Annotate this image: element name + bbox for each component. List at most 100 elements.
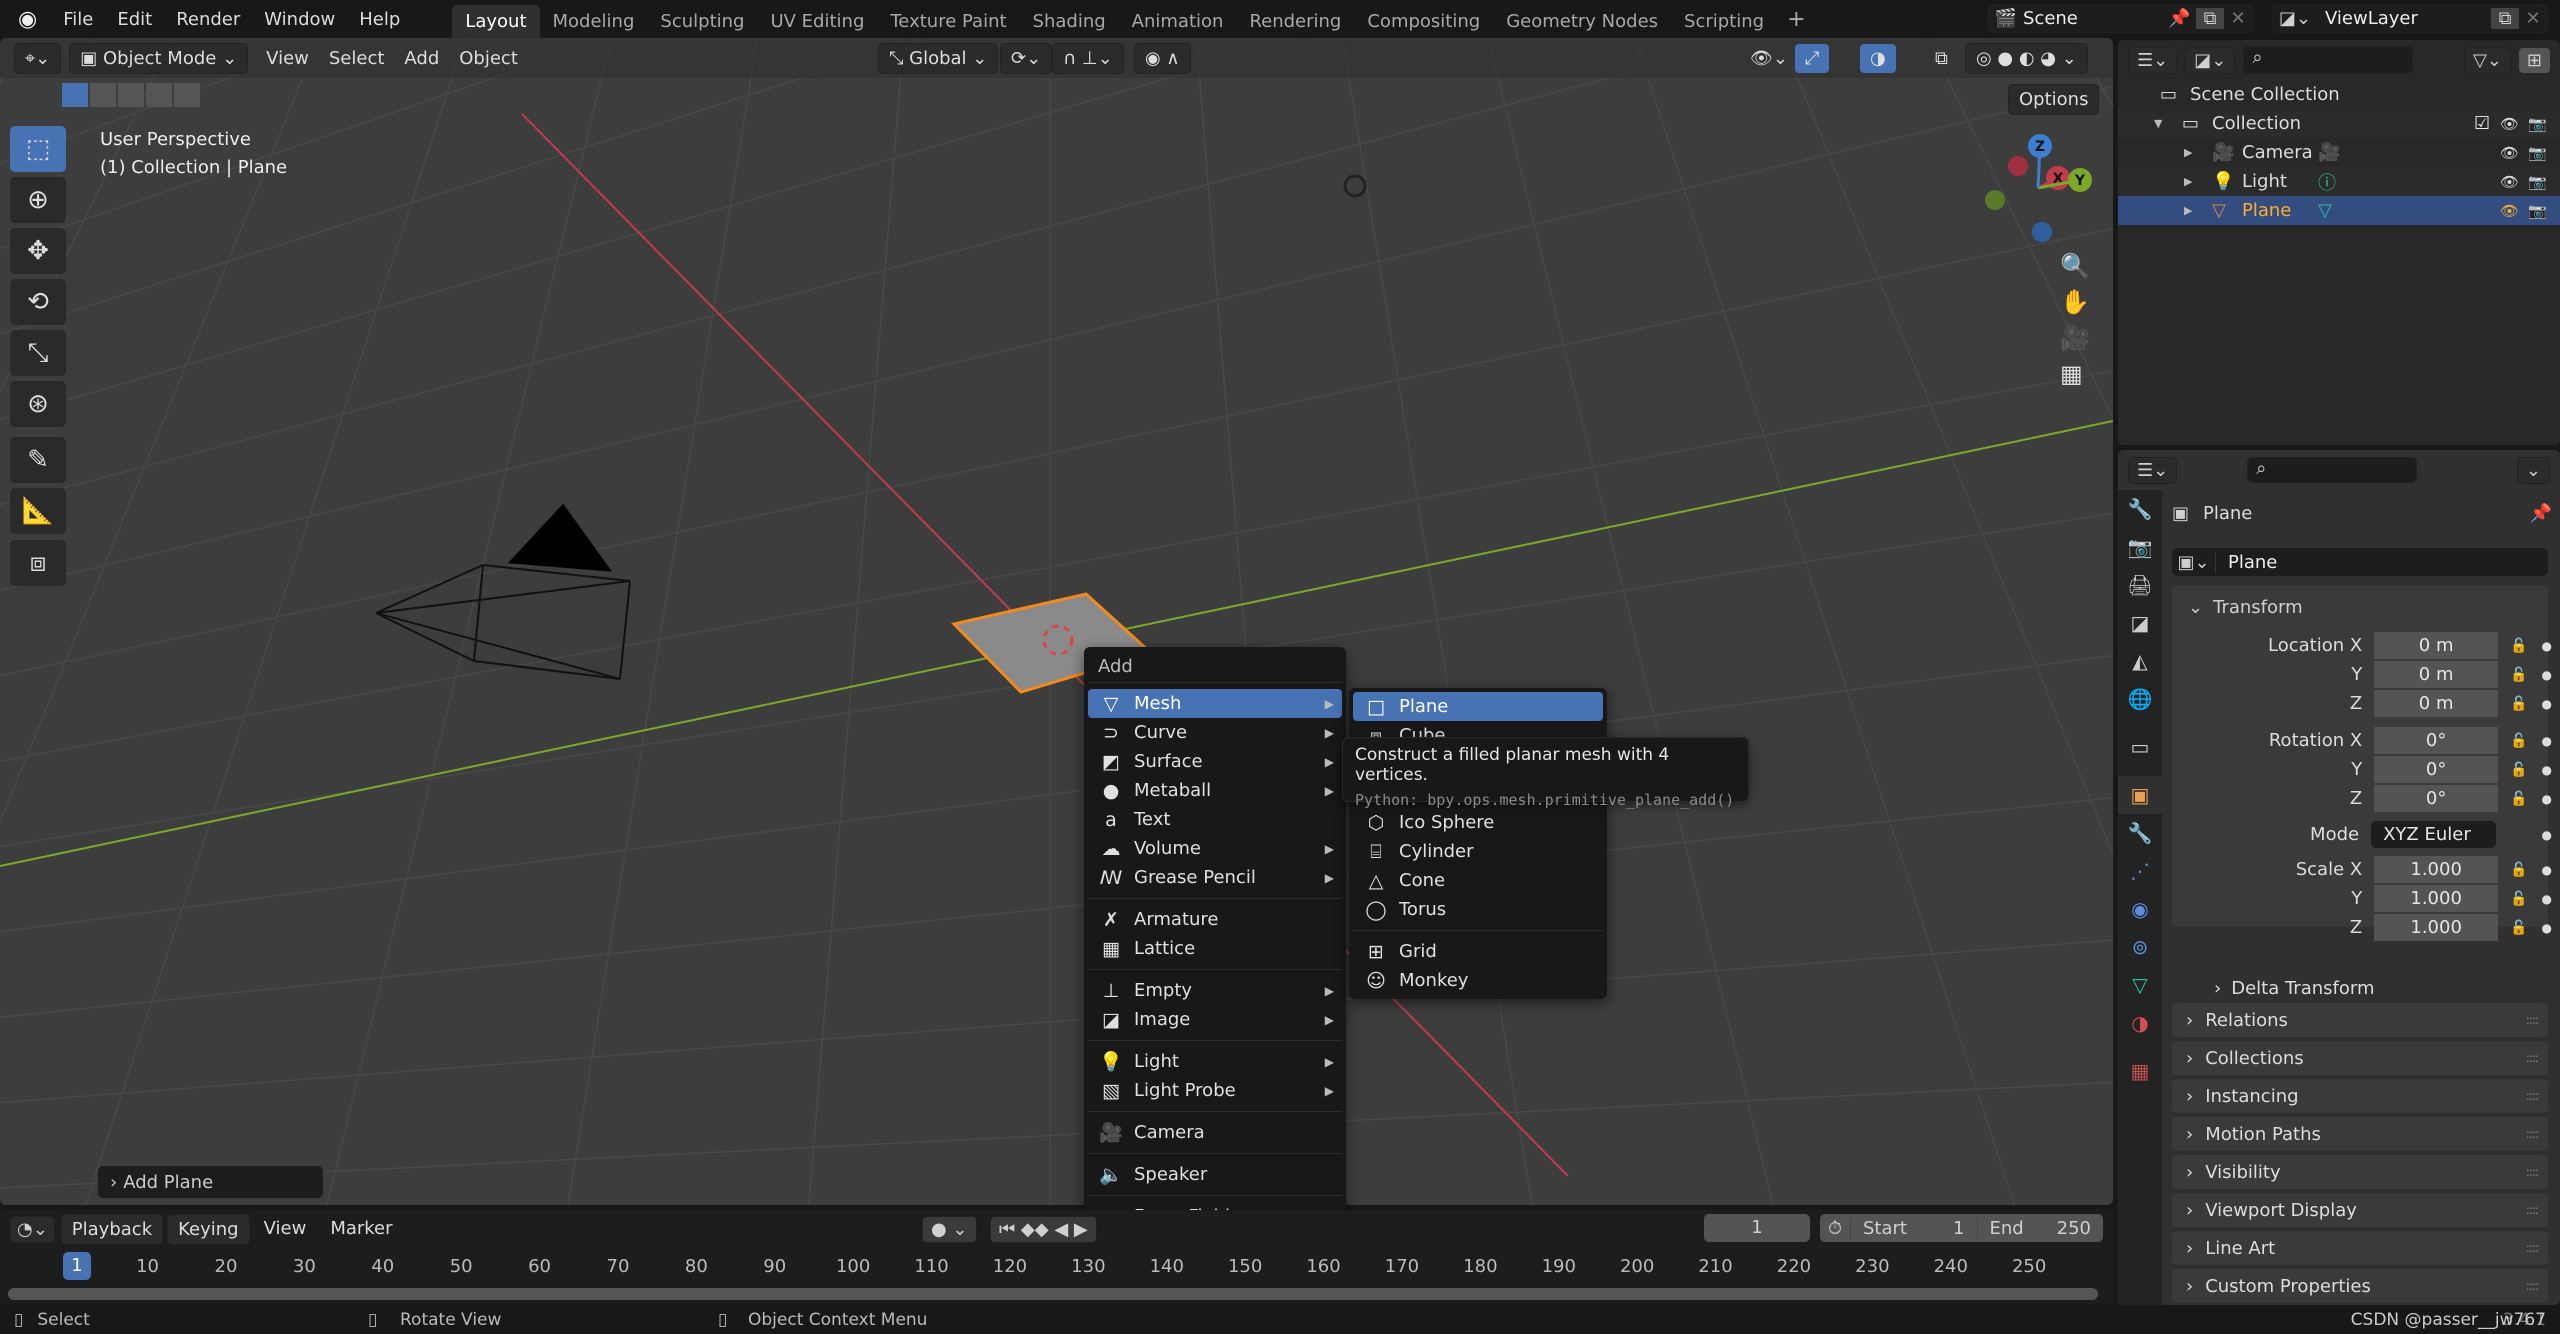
editor-type-button[interactable]: ⌖⌄	[14, 42, 62, 74]
menu-render[interactable]: Render	[164, 9, 252, 30]
3d-viewport[interactable]: XYZ ⌖⌄ ▣ Object Mode ⌄ View Select Add Obje…	[0, 38, 2113, 1205]
material-tab[interactable]: ◑	[2118, 1004, 2162, 1042]
disclosure-collapsed-icon[interactable]: ▶	[2184, 175, 2192, 188]
lock-icon[interactable]: 🔓	[2510, 891, 2527, 907]
value-field[interactable]: 1.000	[2374, 856, 2499, 883]
viewport-menu-view[interactable]: View	[256, 44, 319, 73]
add-menu-item-mesh[interactable]: ▽ Mesh ▶	[1088, 689, 1342, 718]
tool-tab[interactable]: 🔧	[2118, 490, 2162, 528]
filter-dropdown[interactable]: ▽⌄	[2463, 46, 2511, 74]
tab-uv-editing[interactable]: UV Editing	[757, 5, 877, 38]
render-camera-icon[interactable]: 📷	[2528, 173, 2547, 191]
outliner-row-camera[interactable]: ▶ 🎥 Camera 🎥 👁 📷	[2118, 138, 2560, 167]
collection-tab[interactable]: ▭	[2118, 728, 2162, 766]
frame-ruler[interactable]: 1 10 20 30 40 50 60 70 80 90 100 110 120 130 140 150 160…	[0, 1250, 2113, 1284]
keyframe-dot-icon[interactable]: ●	[2542, 828, 2552, 842]
current-frame-field[interactable]: 1	[1704, 1214, 1810, 1242]
add-menu-item-surface[interactable]: ◩ Surface ▶	[1088, 747, 1342, 776]
value-field[interactable]: 0°	[2374, 727, 2499, 754]
output-tab[interactable]: 🖨	[2118, 566, 2162, 604]
outliner-row-scene-collection[interactable]: ▭ Scene Collection	[2118, 80, 2560, 109]
menu-edit[interactable]: Edit	[105, 9, 164, 30]
add-menu-item-curve[interactable]: ⊃ Curve ▶	[1088, 718, 1342, 747]
constraints-tab[interactable]: ⊚	[2118, 928, 2162, 966]
panel-custom-properties[interactable]: › Custom Properties::::	[2172, 1269, 2548, 1303]
add-menu-item-grease-pencil[interactable]: ꟿ Grease Pencil ▶	[1088, 863, 1342, 892]
physics-tab[interactable]: ◉	[2118, 890, 2162, 928]
view-layer-filter-dropdown[interactable]: ◪⌄	[2185, 46, 2236, 74]
camera-view-icon[interactable]: 🎥	[2060, 324, 2090, 352]
mesh-item-torus[interactable]: ◯ Torus	[1353, 895, 1603, 924]
disclosure-expanded-icon[interactable]: ▼	[2154, 117, 2162, 130]
tab-texture-paint[interactable]: Texture Paint	[877, 5, 1019, 38]
gizmo-toggle[interactable]: ⤢	[1795, 43, 1830, 73]
camera-data-icon[interactable]: 🎥	[2318, 142, 2340, 163]
view-layer-tab[interactable]: ◪	[2118, 604, 2162, 642]
add-menu-item-text[interactable]: a Text	[1088, 805, 1342, 834]
keyframe-dot-icon[interactable]: ●	[2542, 763, 2552, 777]
gizmo-axis-handle[interactable]	[2008, 156, 2028, 176]
lock-icon[interactable]: 🔓	[2510, 862, 2527, 878]
perspective-grid-icon[interactable]: ▦	[2060, 360, 2090, 388]
move-tool[interactable]: ✥	[10, 228, 66, 274]
add-workspace-button[interactable]: +	[1787, 7, 1805, 32]
mesh-item-cone[interactable]: △ Cone	[1353, 866, 1603, 895]
drag-grip-icon[interactable]: ::::	[2526, 1051, 2539, 1065]
select-subtract-icon[interactable]	[118, 83, 144, 107]
zoom-icon[interactable]: 🔍	[2060, 252, 2090, 280]
drag-grip-icon[interactable]: ::::	[2526, 1203, 2539, 1217]
gizmo-axis-handle[interactable]	[1985, 190, 2005, 210]
add-menu-item-metaball[interactable]: ● Metaball ▶	[1088, 776, 1342, 805]
panel-relations[interactable]: › Relations::::	[2172, 1003, 2548, 1037]
add-menu-item-light-probe[interactable]: ▧ Light Probe ▶	[1088, 1076, 1342, 1105]
mesh-item-grid[interactable]: ⊞ Grid	[1353, 937, 1603, 966]
world-tab[interactable]: 🌐	[2118, 680, 2162, 718]
timeline-menu-marker[interactable]: Marker	[320, 1214, 402, 1245]
shading-modes[interactable]: ◎ ● ◐ ◕ ⌄	[1965, 42, 2088, 74]
add-menu-item-volume[interactable]: ☁ Volume ▶	[1088, 834, 1342, 863]
value-field[interactable]: 0 m	[2374, 632, 2499, 659]
overlay-toggle[interactable]: ◑	[1860, 43, 1896, 73]
add-menu-item-image[interactable]: ◪ Image ▶	[1088, 1005, 1342, 1034]
viewport-scene[interactable]: X YZ	[0, 38, 2113, 1205]
remove-scene-icon[interactable]: ✕	[2224, 8, 2252, 29]
tab-sculpting[interactable]: Sculpting	[647, 5, 757, 38]
outliner-row-plane[interactable]: ▶ ▽ Plane ▽ 👁 📷	[2118, 196, 2560, 225]
render-camera-icon[interactable]: 📷	[2528, 115, 2547, 133]
snap-button[interactable]: ∩ ⊥⌄	[1052, 42, 1124, 74]
tab-shading[interactable]: Shading	[1020, 5, 1119, 38]
exclude-checkbox[interactable]: ☑	[2474, 113, 2490, 134]
menu-window[interactable]: Window	[252, 9, 347, 30]
keyframe-dot-icon[interactable]: ●	[2542, 697, 2552, 711]
tab-modeling[interactable]: Modeling	[540, 5, 648, 38]
object-tab[interactable]: ▣	[2118, 776, 2162, 814]
mesh-item-monkey[interactable]: ☺ Monkey	[1353, 966, 1603, 995]
lock-icon[interactable]: 🔓	[2510, 920, 2527, 936]
xray-toggle[interactable]: ⧉	[1925, 44, 1958, 73]
light-object[interactable]	[1343, 174, 1367, 198]
lock-icon[interactable]: 🔓	[2510, 696, 2527, 712]
timeline-editor-type-button[interactable]: ◔⌄	[10, 1215, 55, 1243]
drag-grip-icon[interactable]: ::::	[2526, 1127, 2539, 1141]
add-menu-item-camera[interactable]: 🎥 Camera	[1088, 1118, 1342, 1147]
auto-keying-button[interactable]: ● ⌄	[922, 1216, 977, 1243]
transform-panel-header[interactable]: ⌄ Transform	[2188, 597, 2303, 618]
outliner-row-collection[interactable]: ▼ ▭ Collection ☑ 👁 📷	[2118, 109, 2560, 138]
panel-line-art[interactable]: › Line Art::::	[2172, 1231, 2548, 1265]
menu-help[interactable]: Help	[347, 9, 412, 30]
tab-layout[interactable]: Layout	[452, 5, 540, 38]
cursor-tool[interactable]: ⊕	[10, 177, 66, 223]
properties-search-input[interactable]: ⌕	[2247, 457, 2418, 483]
properties-options-dropdown[interactable]: ⌄	[2516, 456, 2550, 484]
select-invert-icon[interactable]	[146, 83, 172, 107]
add-cube-tool[interactable]: ⧈	[10, 540, 66, 586]
add-menu-item-armature[interactable]: ✗ Armature	[1088, 905, 1342, 934]
playback-controls[interactable]: ⏮ ◆◆ ◀ ▶	[990, 1216, 1097, 1243]
properties-editor-type-button[interactable]: ☰⌄	[2128, 456, 2178, 484]
value-field[interactable]: 1.000	[2374, 885, 2499, 912]
viewport-menu-select[interactable]: Select	[319, 44, 395, 73]
select-intersect-icon[interactable]	[174, 83, 200, 107]
texture-tab[interactable]: ▦	[2118, 1052, 2162, 1090]
scene-tab[interactable]: ◭	[2118, 642, 2162, 680]
keyframe-dot-icon[interactable]: ●	[2542, 792, 2552, 806]
